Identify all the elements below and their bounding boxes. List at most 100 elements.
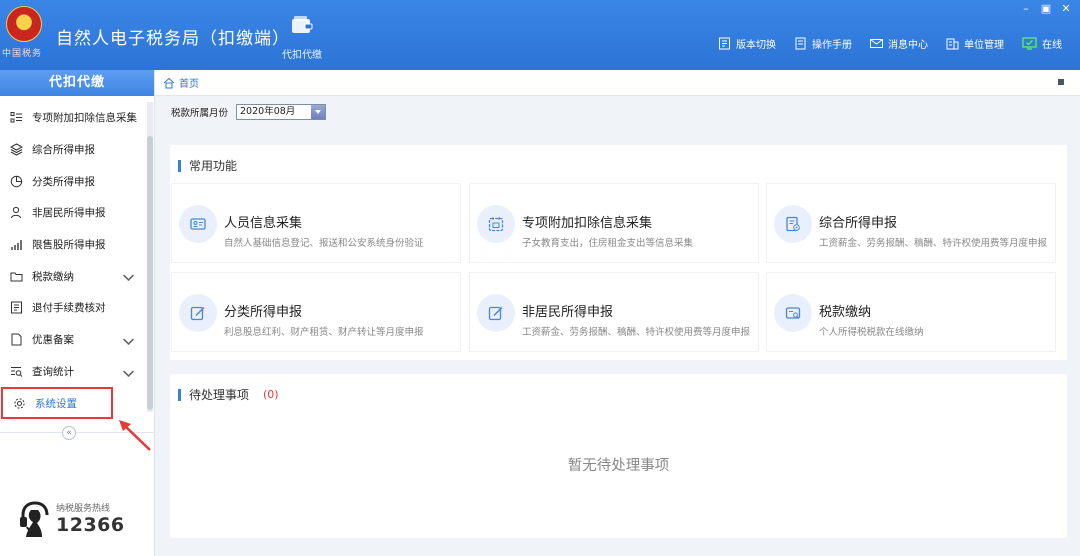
minimize-button[interactable]: –	[1020, 2, 1032, 15]
list-icon	[10, 112, 22, 123]
online-label: 在线	[1042, 40, 1062, 51]
card-title: 综合所得申报	[819, 216, 898, 231]
sidebar: 代扣代缴 专项附加扣除信息采集 综合所得申报 分类所得申报 非居民所得申报 限售…	[0, 70, 155, 556]
card-title: 分类所得申报	[224, 305, 303, 320]
hotline-number: 12366	[56, 514, 125, 536]
sidebar-item-refund-fee-check[interactable]: 退付手续费核对	[0, 292, 148, 324]
manual-icon	[795, 37, 806, 50]
online-status[interactable]: 在线	[1022, 36, 1062, 51]
card-classified-income[interactable]: 分类所得申报 利息股息红利、财产租赁、财产转让等月度申报	[171, 272, 461, 352]
section-bar	[178, 388, 181, 401]
card-desc: 工资薪金、劳务报酬、稿酬、特许权使用费等月度申报	[522, 327, 751, 338]
breadcrumb-home-tab[interactable]: 首页	[179, 75, 199, 90]
sidebar-item-special-deduction[interactable]: 专项附加扣除信息采集	[0, 102, 148, 134]
common-functions-title: 常用功能	[189, 159, 238, 173]
payment-icon	[785, 307, 801, 319]
module-label: 代扣代缴	[282, 50, 322, 61]
card-comprehensive-income[interactable]: 综合所得申报 工资薪金、劳务报酬、稿酬、特许权使用费等月度申报	[766, 183, 1056, 263]
sidebar-item-system-settings[interactable]: 系统设置	[1, 387, 113, 419]
version-switch-label: 版本切换	[736, 40, 776, 51]
version-switch-icon	[719, 37, 730, 50]
sidebar-item-classified-income[interactable]: 分类所得申报	[0, 165, 148, 197]
sidebar-item-label: 限售股所得申报	[32, 239, 106, 252]
file-icon	[11, 333, 22, 346]
id-card-icon	[190, 218, 206, 230]
common-functions-header: 常用功能	[178, 157, 237, 174]
chevron-down-icon	[123, 338, 134, 345]
maximize-button[interactable]: ▣	[1040, 2, 1052, 15]
sidebar-item-label: 非居民所得申报	[32, 207, 106, 220]
collapse-sidebar-button[interactable]: «	[62, 426, 76, 440]
online-icon	[1022, 37, 1037, 50]
search-list-icon	[11, 366, 23, 377]
period-select[interactable]: 2020年08月	[236, 104, 327, 120]
sidebar-item-nonresident-income[interactable]: 非居民所得申报	[0, 197, 148, 229]
sidebar-item-restricted-shares[interactable]: 限售股所得申报	[0, 229, 148, 261]
card-icon-bg	[774, 294, 812, 332]
message-center-label: 消息中心	[888, 40, 928, 51]
calendar-tax-icon	[488, 217, 504, 232]
card-tax-payment[interactable]: 税款缴纳 个人所得税税款在线缴纳	[766, 272, 1056, 352]
emblem-text: 中国税务	[2, 49, 43, 59]
sidebar-item-tax-payment[interactable]: 税款缴纳	[0, 260, 148, 292]
company-icon	[946, 38, 959, 50]
card-title: 税款缴纳	[819, 305, 872, 320]
card-desc: 工资薪金、劳务报酬、稿酬、特许权使用费等月度申报	[819, 238, 1048, 249]
card-title: 非居民所得申报	[522, 305, 614, 320]
app-title: 自然人电子税务局（扣缴端）	[56, 29, 290, 49]
card-icon-bg	[179, 294, 217, 332]
pending-empty-message: 暂无待处理事项	[567, 458, 670, 474]
chevron-down-icon	[123, 274, 134, 282]
title-bar: 中国税务 自然人电子税务局（扣缴端） 代扣代缴 – ▣ ✕ 版本切换 操作手册 …	[0, 0, 1080, 70]
section-bar	[178, 159, 181, 172]
version-switch-button[interactable]: 版本切换	[718, 36, 776, 51]
headset-icon	[20, 501, 49, 537]
sidebar-item-preferential-filing[interactable]: 优惠备案	[0, 324, 148, 356]
pending-items-title: 待处理事项	[189, 388, 250, 402]
period-value: 2020年08月	[240, 106, 296, 117]
card-icon-bg	[477, 294, 515, 332]
card-desc: 子女教育支出，住房租金支出等信息采集	[522, 238, 694, 249]
card-special-deduction[interactable]: 专项附加扣除信息采集 子女教育支出，住房租金支出等信息采集	[469, 183, 759, 263]
card-desc: 个人所得税税款在线缴纳	[819, 327, 924, 338]
pending-items-panel: 待处理事项 (0) 暂无待处理事项	[170, 374, 1067, 538]
period-label: 税款所属月份	[171, 108, 229, 119]
card-personnel-info[interactable]: 人员信息采集 自然人基础信息登记、报送和公安系统身份验证	[171, 183, 461, 263]
scrollbar-thumb[interactable]	[147, 136, 153, 410]
manual-button[interactable]: 操作手册	[794, 36, 852, 51]
edit-icon	[488, 306, 503, 321]
dropdown-arrow-icon[interactable]	[311, 105, 326, 119]
message-center-button[interactable]: 消息中心	[870, 36, 928, 51]
gear-icon	[14, 397, 25, 409]
close-button[interactable]: ✕	[1060, 2, 1072, 15]
window-controls: – ▣ ✕	[1020, 2, 1072, 15]
pending-count: (0)	[263, 388, 279, 401]
sidebar-menu: 专项附加扣除信息采集 综合所得申报 分类所得申报 非居民所得申报 限售股所得申报…	[0, 102, 148, 419]
sidebar-item-label: 综合所得申报	[32, 144, 95, 157]
sidebar-item-label: 优惠备案	[32, 334, 74, 347]
edit-icon	[190, 306, 205, 321]
tab-close-icon[interactable]	[1058, 79, 1064, 85]
module-withholding[interactable]: 代扣代缴	[272, 16, 332, 61]
hotline-label: 纳税服务热线	[56, 504, 111, 514]
annotation-arrow-icon	[119, 420, 151, 451]
layers-icon	[10, 143, 23, 156]
card-title: 人员信息采集	[224, 216, 303, 231]
card-desc: 自然人基础信息登记、报送和公安系统身份验证	[224, 238, 424, 249]
sidebar-scrollbar[interactable]	[147, 102, 153, 412]
breadcrumb: 首页	[155, 70, 1080, 96]
sidebar-item-comprehensive-income[interactable]: 综合所得申报	[0, 134, 148, 166]
folder-icon	[10, 272, 23, 282]
doc-check-icon	[11, 301, 22, 314]
manual-label: 操作手册	[812, 40, 852, 51]
company-manage-button[interactable]: 单位管理	[946, 36, 1004, 51]
bar-chart-icon	[11, 240, 22, 251]
card-nonresident-income[interactable]: 非居民所得申报 工资薪金、劳务报酬、稿酬、特许权使用费等月度申报	[469, 272, 759, 352]
sidebar-item-label: 查询统计	[32, 365, 74, 378]
sidebar-item-query-stats[interactable]: 查询统计	[0, 356, 148, 388]
message-icon	[870, 39, 883, 48]
pending-items-header: 待处理事项 (0)	[178, 386, 279, 403]
report-icon	[786, 216, 800, 232]
main-content: 首页 税款所属月份 2020年08月 常用功能 人员信息采集 自然人基础信息登记…	[155, 70, 1080, 556]
person-icon	[11, 207, 21, 219]
